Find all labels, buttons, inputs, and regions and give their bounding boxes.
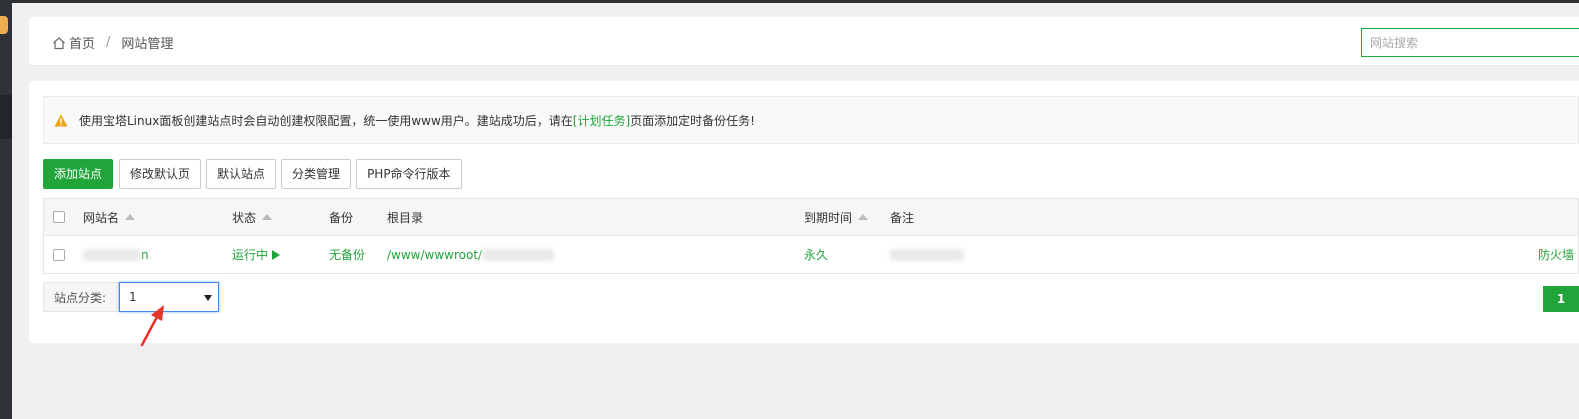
root-dir-label: /www/wwwroot/ bbox=[387, 247, 483, 262]
header-root-dir-label: 根目录 bbox=[387, 210, 424, 225]
edit-default-page-button[interactable]: 修改默认页 bbox=[119, 159, 202, 189]
info-alert: 使用宝塔Linux面板创建站点时会自动创建权限配置，统一使用www用户。建站成功… bbox=[43, 96, 1579, 144]
row-checkbox[interactable] bbox=[53, 248, 65, 261]
status-label: 运行中 bbox=[232, 248, 269, 262]
breadcrumb: 首页 / 网站管理 bbox=[52, 33, 173, 52]
table-footer: 站点分类: 1 1 bbox=[43, 282, 1579, 312]
home-icon bbox=[53, 36, 65, 49]
alert-text-before: 使用宝塔Linux面板创建站点时会自动创建权限配置，统一使用www用户。建站成功… bbox=[79, 113, 573, 128]
header-backup: 备份 bbox=[329, 199, 353, 235]
add-site-button[interactable]: 添加站点 bbox=[43, 159, 114, 189]
default-site-button[interactable]: 默认站点 bbox=[206, 159, 277, 189]
site-name-suffix: n bbox=[141, 247, 149, 262]
backup-link[interactable]: 无备份 bbox=[329, 236, 365, 273]
firewall-link[interactable]: 防火墙 bbox=[1538, 236, 1574, 273]
pagination-page-button[interactable]: 1 bbox=[1543, 286, 1579, 312]
header-status-label: 状态 bbox=[232, 210, 257, 225]
sidebar-active-item[interactable] bbox=[0, 95, 12, 139]
alert-task-link[interactable]: [计划任务] bbox=[573, 112, 630, 129]
select-all-checkbox[interactable] bbox=[53, 211, 65, 223]
root-dir-link[interactable]: /www/wwwroot/ bbox=[387, 236, 555, 273]
header-panel: 首页 / 网站管理 bbox=[29, 17, 1579, 66]
table-header-row: 网站名 状态 备份 根目录 到期时间 备注 bbox=[43, 198, 1579, 236]
table-row: n 运行中 无备份 /www/wwwroot/ 永久 防火墙 bbox=[43, 236, 1579, 274]
blurred-site-name bbox=[83, 248, 141, 261]
backup-label: 无备份 bbox=[329, 248, 366, 262]
category-select-value: 1 bbox=[129, 290, 137, 304]
site-search-input[interactable] bbox=[1361, 28, 1579, 57]
breadcrumb-home-link[interactable]: 首页 bbox=[69, 33, 95, 52]
header-backup-label: 备份 bbox=[329, 210, 354, 225]
main-panel: 使用宝塔Linux面板创建站点时会自动创建权限配置，统一使用www用户。建站成功… bbox=[29, 81, 1579, 343]
sidebar-badge[interactable] bbox=[0, 16, 8, 34]
status-toggle[interactable]: 运行中 bbox=[232, 236, 281, 273]
warning-icon bbox=[54, 114, 68, 126]
site-table: 网站名 状态 备份 根目录 到期时间 备注 n 运行中 无备份 /www/www… bbox=[43, 198, 1579, 274]
header-expire-label: 到期时间 bbox=[804, 210, 853, 225]
select-all-checkbox-cell bbox=[53, 199, 65, 235]
breadcrumb-current: 网站管理 bbox=[121, 37, 174, 52]
category-label: 站点分类: bbox=[43, 282, 119, 312]
blurred-note bbox=[890, 248, 964, 261]
header-root-dir: 根目录 bbox=[387, 199, 423, 235]
toolbar: 添加站点 修改默认页 默认站点 分类管理 PHP命令行版本 bbox=[43, 159, 467, 189]
header-site-name-label: 网站名 bbox=[83, 210, 120, 225]
play-icon bbox=[272, 249, 281, 260]
expire-link[interactable]: 永久 bbox=[804, 236, 828, 273]
row-checkbox-cell bbox=[53, 236, 65, 273]
php-cli-version-button[interactable]: PHP命令行版本 bbox=[356, 159, 462, 189]
red-arrow-annotation bbox=[140, 305, 164, 347]
chevron-down-icon bbox=[204, 295, 212, 301]
blurred-root-dir bbox=[482, 248, 555, 261]
sort-asc-icon[interactable] bbox=[125, 214, 136, 220]
header-status[interactable]: 状态 bbox=[232, 199, 273, 235]
header-site-name[interactable]: 网站名 bbox=[83, 199, 136, 235]
alert-text-after: 页面添加定时备份任务! bbox=[630, 113, 755, 128]
category-manage-button[interactable]: 分类管理 bbox=[281, 159, 352, 189]
firewall-label: 防火墙 bbox=[1538, 248, 1575, 262]
sort-asc-icon[interactable] bbox=[858, 214, 869, 220]
sort-asc-icon[interactable] bbox=[262, 214, 273, 220]
header-note: 备注 bbox=[890, 199, 914, 235]
breadcrumb-separator: / bbox=[106, 35, 111, 50]
site-name-link[interactable]: n bbox=[83, 236, 149, 273]
note-field[interactable] bbox=[890, 236, 964, 273]
header-note-label: 备注 bbox=[890, 210, 915, 225]
expire-label: 永久 bbox=[804, 248, 829, 262]
header-expire[interactable]: 到期时间 bbox=[804, 199, 869, 235]
category-select[interactable]: 1 bbox=[119, 282, 219, 312]
sidebar bbox=[0, 0, 12, 419]
top-strip bbox=[0, 0, 1579, 3]
